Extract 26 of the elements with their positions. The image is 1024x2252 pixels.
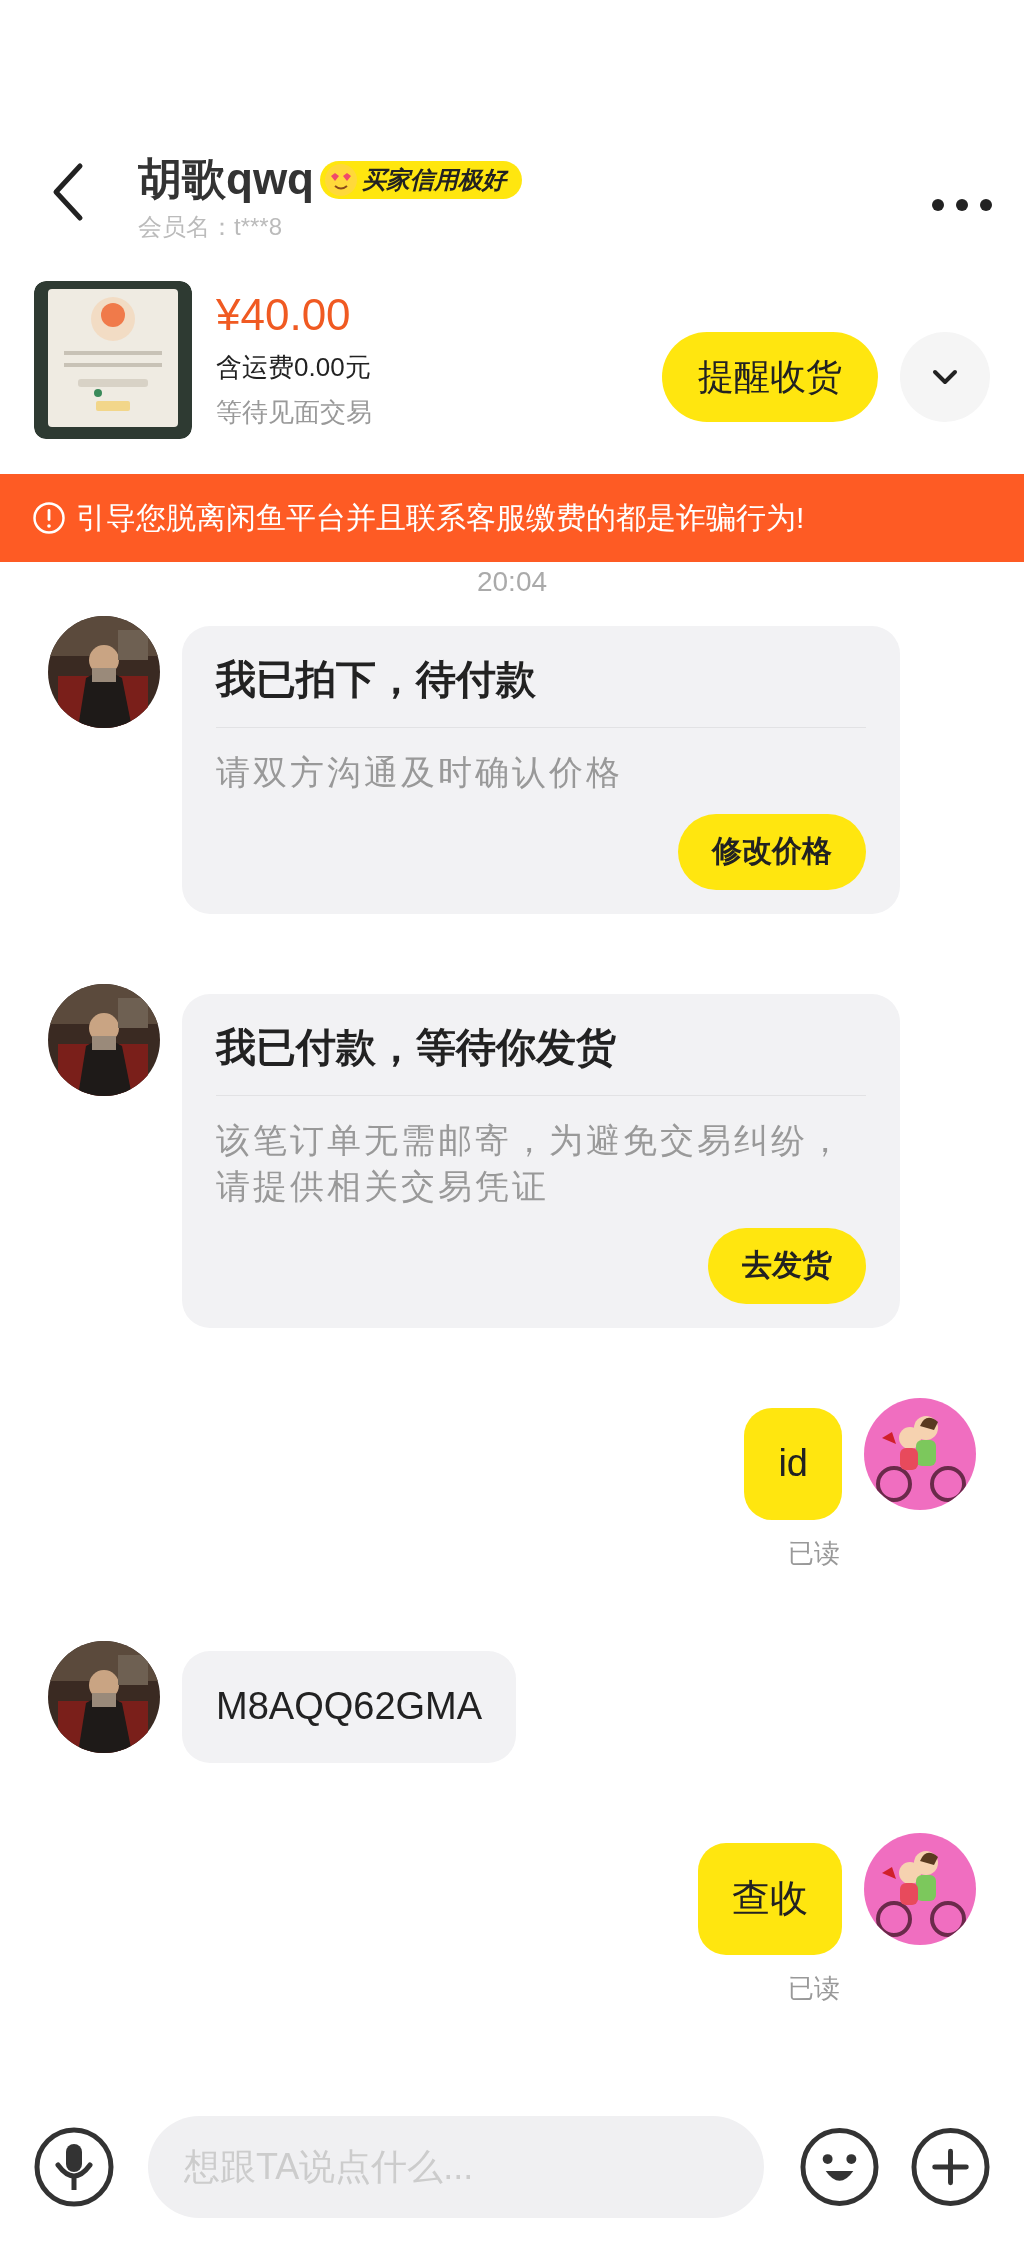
order-status: 等待见面交易 — [216, 396, 373, 429]
credit-badge: 买家信用极好 — [320, 160, 522, 199]
card-button[interactable]: 去发货 — [708, 1227, 866, 1304]
plus-icon[interactable] — [911, 2127, 990, 2207]
chevron-down-icon — [930, 367, 960, 387]
read-receipt: 已读 — [788, 1971, 840, 2005]
member-name: 会员名：t***8 — [138, 212, 284, 242]
smiley-icon[interactable] — [800, 2127, 879, 2207]
remind-button[interactable]: 提醒收货 — [662, 332, 878, 422]
warning-icon — [32, 501, 66, 535]
smiley-icon — [324, 162, 358, 197]
read-receipt: 已读 — [788, 1536, 840, 1570]
shipping-fee: 含运费0.00元 — [216, 351, 372, 384]
user-name: 胡歌qwq — [138, 153, 314, 205]
message-bubble: M8AQQ62GMA — [182, 1650, 517, 1763]
message-bubble: id — [744, 1407, 842, 1520]
message-bubble: 查收 — [698, 1842, 842, 1955]
warning-text: 引导您脱离闲鱼平台并且联系客服缴费的都是诈骗行为! — [76, 499, 805, 536]
price: ¥40.00 — [216, 290, 352, 340]
card-button[interactable]: 修改价格 — [678, 813, 866, 890]
card-title: 我已拍下，待付款 — [216, 652, 866, 728]
card-text: 请双方沟通及时确认价格 — [216, 752, 624, 793]
card-title: 我已付款，等待你发货 — [216, 1019, 866, 1096]
microphone-icon[interactable] — [34, 2127, 114, 2207]
card-text: 该笔订单无需邮寄，为避免交易纠纷，请提供相关交易凭证 — [216, 1119, 846, 1207]
timestamp: 20:04 — [476, 566, 548, 597]
